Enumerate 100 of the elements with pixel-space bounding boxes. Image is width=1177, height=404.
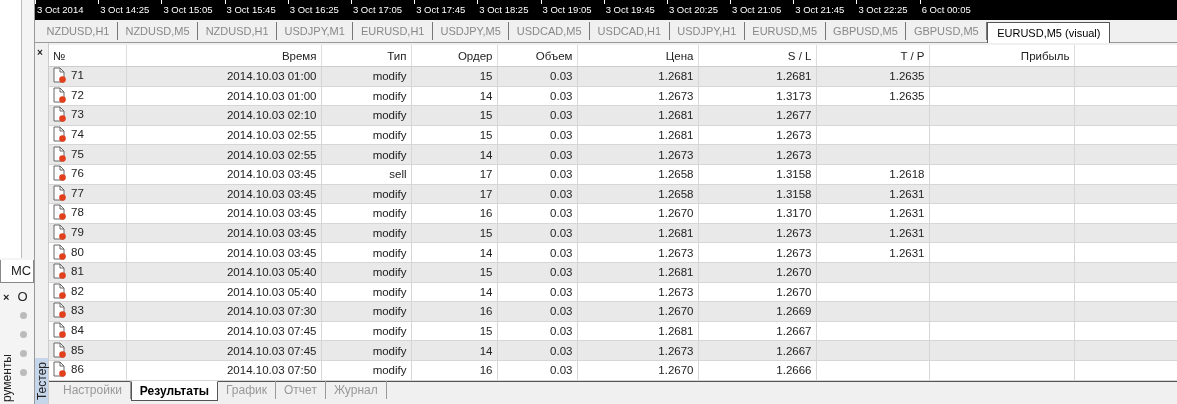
table-cell: 1.2669	[698, 301, 816, 322]
table-cell: 1.2670	[577, 301, 698, 322]
table-cell: 15	[411, 262, 497, 283]
table-cell: 1.2673	[698, 144, 816, 165]
table-cell: 1.2618	[816, 164, 929, 185]
table-cell: 1.2667	[698, 340, 816, 361]
table-cell: 78	[71, 206, 84, 219]
table-cell: 1.2631	[816, 242, 929, 263]
table-cell: 1.2667	[698, 321, 816, 341]
table-cell: 73	[71, 108, 84, 121]
table-cell: 2014.10.03 07:50	[126, 360, 321, 380]
close-icon[interactable]: ×	[35, 43, 48, 58]
table-cell: 1.2631	[816, 203, 929, 224]
table-cell: 2014.10.03 07:45	[126, 321, 321, 341]
document-icon	[53, 341, 67, 358]
table-cell: 2014.10.03 02:55	[126, 125, 321, 145]
column-header[interactable]: Цена	[577, 45, 698, 67]
table-cell: 1.2670	[698, 282, 816, 302]
table-cell: 1.2673	[577, 340, 698, 361]
column-header[interactable]: S / L	[698, 45, 816, 67]
time-label: 3 Oct 21:45	[794, 3, 845, 16]
table-cell: 1.3158	[698, 184, 816, 204]
table-cell: 86	[71, 363, 84, 376]
table-cell: 14	[411, 340, 497, 361]
chart-tab[interactable]: EURUSD,M5 (visual)	[987, 22, 1111, 43]
time-label: 3 Oct 20:25	[667, 3, 718, 16]
table-cell: 1.2658	[577, 184, 698, 204]
status-dot-icon	[20, 369, 27, 376]
table-cell: 1.2681	[577, 321, 698, 341]
table-cell: 1.2673	[698, 242, 816, 263]
table-cell: 14	[411, 86, 497, 106]
column-header[interactable]: Ордер	[411, 45, 497, 67]
table-cell: 84	[71, 324, 84, 336]
table-cell: sell	[321, 164, 411, 185]
table-cell: 14	[411, 282, 497, 302]
table-cell: 1.2635	[816, 86, 929, 106]
table-cell: modify	[321, 282, 411, 302]
time-label: 3 Oct 14:25	[99, 3, 150, 16]
table-cell: 2014.10.03 01:00	[126, 86, 321, 106]
table-cell: modify	[321, 86, 411, 106]
time-label: 3 Oct 16:25	[288, 3, 339, 16]
table-cell: 0.03	[497, 144, 577, 165]
time-label: 3 Oct 22:25	[857, 3, 908, 16]
table-cell: 71	[71, 69, 84, 82]
panel-tab[interactable]: MC	[0, 260, 34, 283]
panel-title[interactable]: рументы	[0, 351, 14, 404]
table-cell: 2014.10.03 02:10	[126, 105, 321, 126]
table-cell: 83	[71, 304, 84, 317]
status-dot-icon	[20, 331, 27, 338]
table-cell: modify	[321, 242, 411, 263]
time-label: 6 Oct 00:05	[920, 3, 971, 16]
table-cell: 14	[411, 242, 497, 263]
column-header[interactable]: Прибыль	[929, 45, 1074, 67]
table-cell: 82	[71, 284, 84, 297]
table-cell: 15	[411, 125, 497, 145]
table-cell: 2014.10.03 03:45	[126, 203, 321, 224]
status-dot-icon	[20, 350, 27, 357]
table-cell: 1.2681	[577, 105, 698, 126]
panel-title[interactable]: Тестер	[35, 357, 48, 404]
table-cell: 0.03	[497, 340, 577, 361]
table-cell: 1.2681	[577, 66, 698, 87]
panel-tab[interactable]: Результаты	[130, 381, 219, 401]
table-cell: 0.03	[497, 223, 577, 243]
table-cell: 2014.10.03 03:45	[126, 164, 321, 185]
column-header[interactable]: Тип	[321, 45, 411, 67]
table-cell: modify	[321, 301, 411, 322]
close-icon[interactable]: ×	[3, 290, 10, 303]
table-cell: 1.2673	[698, 223, 816, 243]
table-cell: 79	[71, 226, 84, 239]
table-cell: 2014.10.03 02:55	[126, 144, 321, 165]
table-cell: 75	[71, 147, 84, 160]
table-cell: 1.3170	[698, 203, 816, 224]
time-label: 3 Oct 19:45	[604, 3, 655, 16]
time-label: 3 Oct 15:45	[225, 3, 276, 16]
table-cell: 2014.10.03 07:45	[126, 340, 321, 361]
table-cell: 80	[71, 245, 84, 258]
time-label: 3 Oct 18:25	[478, 3, 529, 16]
table-cell: 1.2635	[816, 66, 929, 87]
time-label: 3 Oct 17:45	[415, 3, 466, 16]
column-header[interactable]: T / P	[816, 45, 929, 67]
document-icon	[53, 145, 67, 162]
table-cell: 77	[71, 186, 84, 199]
table-cell: 0.03	[497, 66, 577, 87]
table-cell: modify	[321, 321, 411, 341]
table-cell: 0.03	[497, 282, 577, 302]
time-label: 3 Oct 15:05	[162, 3, 213, 16]
table-cell: 1.2666	[698, 360, 816, 380]
table-cell: 1.2631	[816, 184, 929, 204]
table-cell: 1.2658	[577, 164, 698, 185]
table-cell: 1.3158	[698, 164, 816, 185]
table-cell: 1.2673	[698, 125, 816, 145]
table-cell: 0.03	[497, 203, 577, 224]
table-cell: 72	[71, 88, 84, 101]
table-cell: modify	[321, 203, 411, 224]
table-cell: 0.03	[497, 360, 577, 380]
table-cell: 85	[71, 343, 84, 356]
column-header[interactable]: Объем	[497, 45, 577, 67]
column-header[interactable]: Время	[126, 45, 321, 67]
table-cell: 2014.10.03 03:45	[126, 223, 321, 243]
table-cell: 1.2677	[698, 105, 816, 126]
